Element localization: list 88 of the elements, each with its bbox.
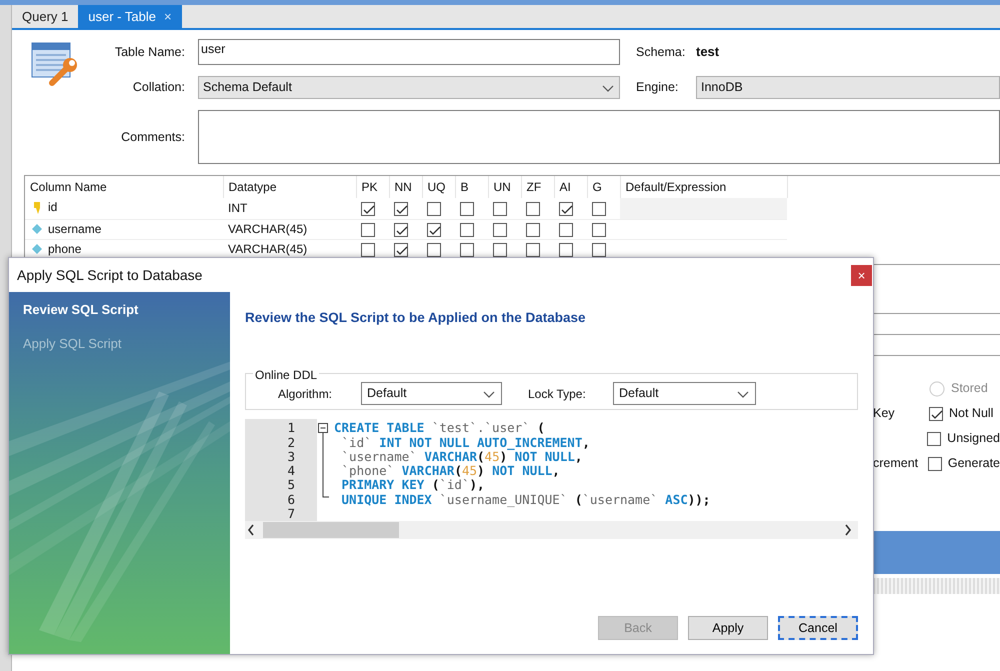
wizard-step[interactable]: Review SQL Script — [23, 300, 216, 320]
checkbox[interactable] — [493, 202, 507, 216]
dialog-button[interactable]: Cancel — [778, 616, 858, 640]
field-label: Algorithm: — [278, 386, 334, 403]
checkbox[interactable] — [928, 456, 942, 470]
datatype-cell: VARCHAR(45) — [228, 222, 308, 236]
line-number: 1 — [286, 421, 296, 436]
code-line: UNIQUE INDEX `username_UNIQUE` (`username` ASC)); — [340, 492, 710, 508]
line-number: 6 — [286, 492, 296, 508]
column-header[interactable]: B — [455, 176, 488, 198]
code-line: `phone` VARCHAR(45) NOT NULL, — [340, 464, 560, 478]
column-header[interactable]: UQ — [422, 176, 455, 198]
checkbox[interactable] — [394, 222, 408, 237]
line-number: 5 — [286, 478, 296, 493]
checkbox[interactable] — [427, 222, 441, 237]
code-line: CREATE TABLE `test`.`user` ( — [334, 421, 545, 436]
key-icon — [32, 200, 42, 214]
column-header[interactable]: AI — [554, 176, 587, 198]
lock-type-dropdown[interactable]: Default — [613, 382, 756, 406]
line-number: 7 — [286, 507, 296, 522]
checkbox[interactable] — [460, 222, 474, 237]
checkbox[interactable] — [361, 242, 375, 257]
checkbox[interactable] — [592, 202, 606, 216]
comments-field[interactable] — [198, 110, 1000, 164]
column-name-cell-text: phone — [48, 240, 82, 258]
line-number: 3 — [286, 450, 296, 464]
field-label: Lock Type: — [528, 386, 587, 403]
algorithm-dropdown[interactable]: Default — [361, 382, 502, 406]
scroll-thumb[interactable] — [263, 522, 399, 538]
line-number: 2 — [286, 436, 296, 450]
option-label: Generate — [948, 455, 1000, 472]
checkbox[interactable] — [460, 202, 474, 216]
checkbox[interactable] — [361, 222, 375, 237]
checkbox[interactable] — [526, 222, 540, 237]
checkbox[interactable] — [493, 242, 507, 257]
horizontal-scrollbar[interactable] — [245, 521, 858, 540]
checkbox[interactable] — [394, 242, 408, 257]
column-header[interactable]: Column Name — [25, 176, 223, 198]
code-line: `username` VARCHAR(45) NOT NULL, — [340, 450, 582, 464]
option-label: Unsigned — [947, 430, 1000, 448]
collation-dropdown[interactable]: Schema Default — [198, 76, 620, 99]
field-label: Collation: — [132, 79, 186, 96]
field-label: Key — [873, 406, 895, 420]
option-label: Not Null — [949, 405, 994, 422]
field-label: Engine: — [636, 79, 680, 96]
column-header[interactable]: G — [587, 176, 620, 198]
datatype-cell: INT — [228, 201, 248, 216]
column-header[interactable]: ZF — [521, 176, 554, 198]
checkbox[interactable] — [394, 202, 408, 216]
checkbox[interactable] — [929, 406, 943, 420]
tab[interactable]: user - Table × — [78, 5, 182, 28]
line-number: 4 — [286, 464, 296, 478]
checkbox[interactable] — [427, 202, 441, 216]
code-line: `id` INT NOT NULL AUTO_INCREMENT, — [340, 436, 590, 450]
checkbox[interactable] — [460, 242, 474, 257]
checkbox[interactable] — [559, 242, 573, 257]
checkbox[interactable] — [927, 432, 942, 446]
fold-marker-icon[interactable] — [317, 423, 330, 500]
checkbox[interactable] — [493, 222, 507, 237]
option-label: Stored — [951, 380, 988, 398]
column-header[interactable]: UN — [488, 176, 521, 198]
field-label: crement — [873, 456, 918, 470]
engine-dropdown[interactable]: InnoDB — [696, 76, 1000, 99]
dialog-title: Apply SQL Script to Database — [17, 266, 202, 285]
table-name-field[interactable]: user — [198, 39, 620, 65]
field-label: Schema: — [636, 44, 686, 61]
code-line: PRIMARY KEY (`id`), — [340, 478, 485, 493]
column-header[interactable]: PK — [356, 176, 389, 198]
checkbox[interactable] — [592, 242, 606, 257]
checkbox[interactable] — [526, 202, 540, 216]
schema-value: test — [696, 43, 720, 62]
column-name-cell-text: username — [48, 220, 102, 238]
dialog-heading: Review the SQL Script to be Applied on the Database — [245, 309, 587, 327]
checkbox[interactable] — [592, 222, 606, 237]
tab[interactable]: Query 1 — [12, 5, 78, 28]
dialog-button[interactable]: Apply — [688, 616, 768, 640]
column-name-cell-text: id — [48, 199, 58, 216]
close-button[interactable]: × — [851, 264, 872, 286]
checkbox[interactable] — [427, 242, 441, 257]
field-label: Table Name: — [114, 44, 186, 61]
checkbox[interactable] — [559, 202, 573, 216]
checkbox[interactable] — [559, 222, 573, 237]
field-label: Comments: — [120, 128, 186, 146]
checkbox[interactable] — [526, 242, 540, 257]
checkbox[interactable] — [361, 202, 375, 216]
datatype-cell: VARCHAR(45) — [228, 242, 308, 256]
column-header[interactable]: NN — [389, 176, 422, 198]
column-header[interactable]: Datatype — [223, 176, 356, 198]
